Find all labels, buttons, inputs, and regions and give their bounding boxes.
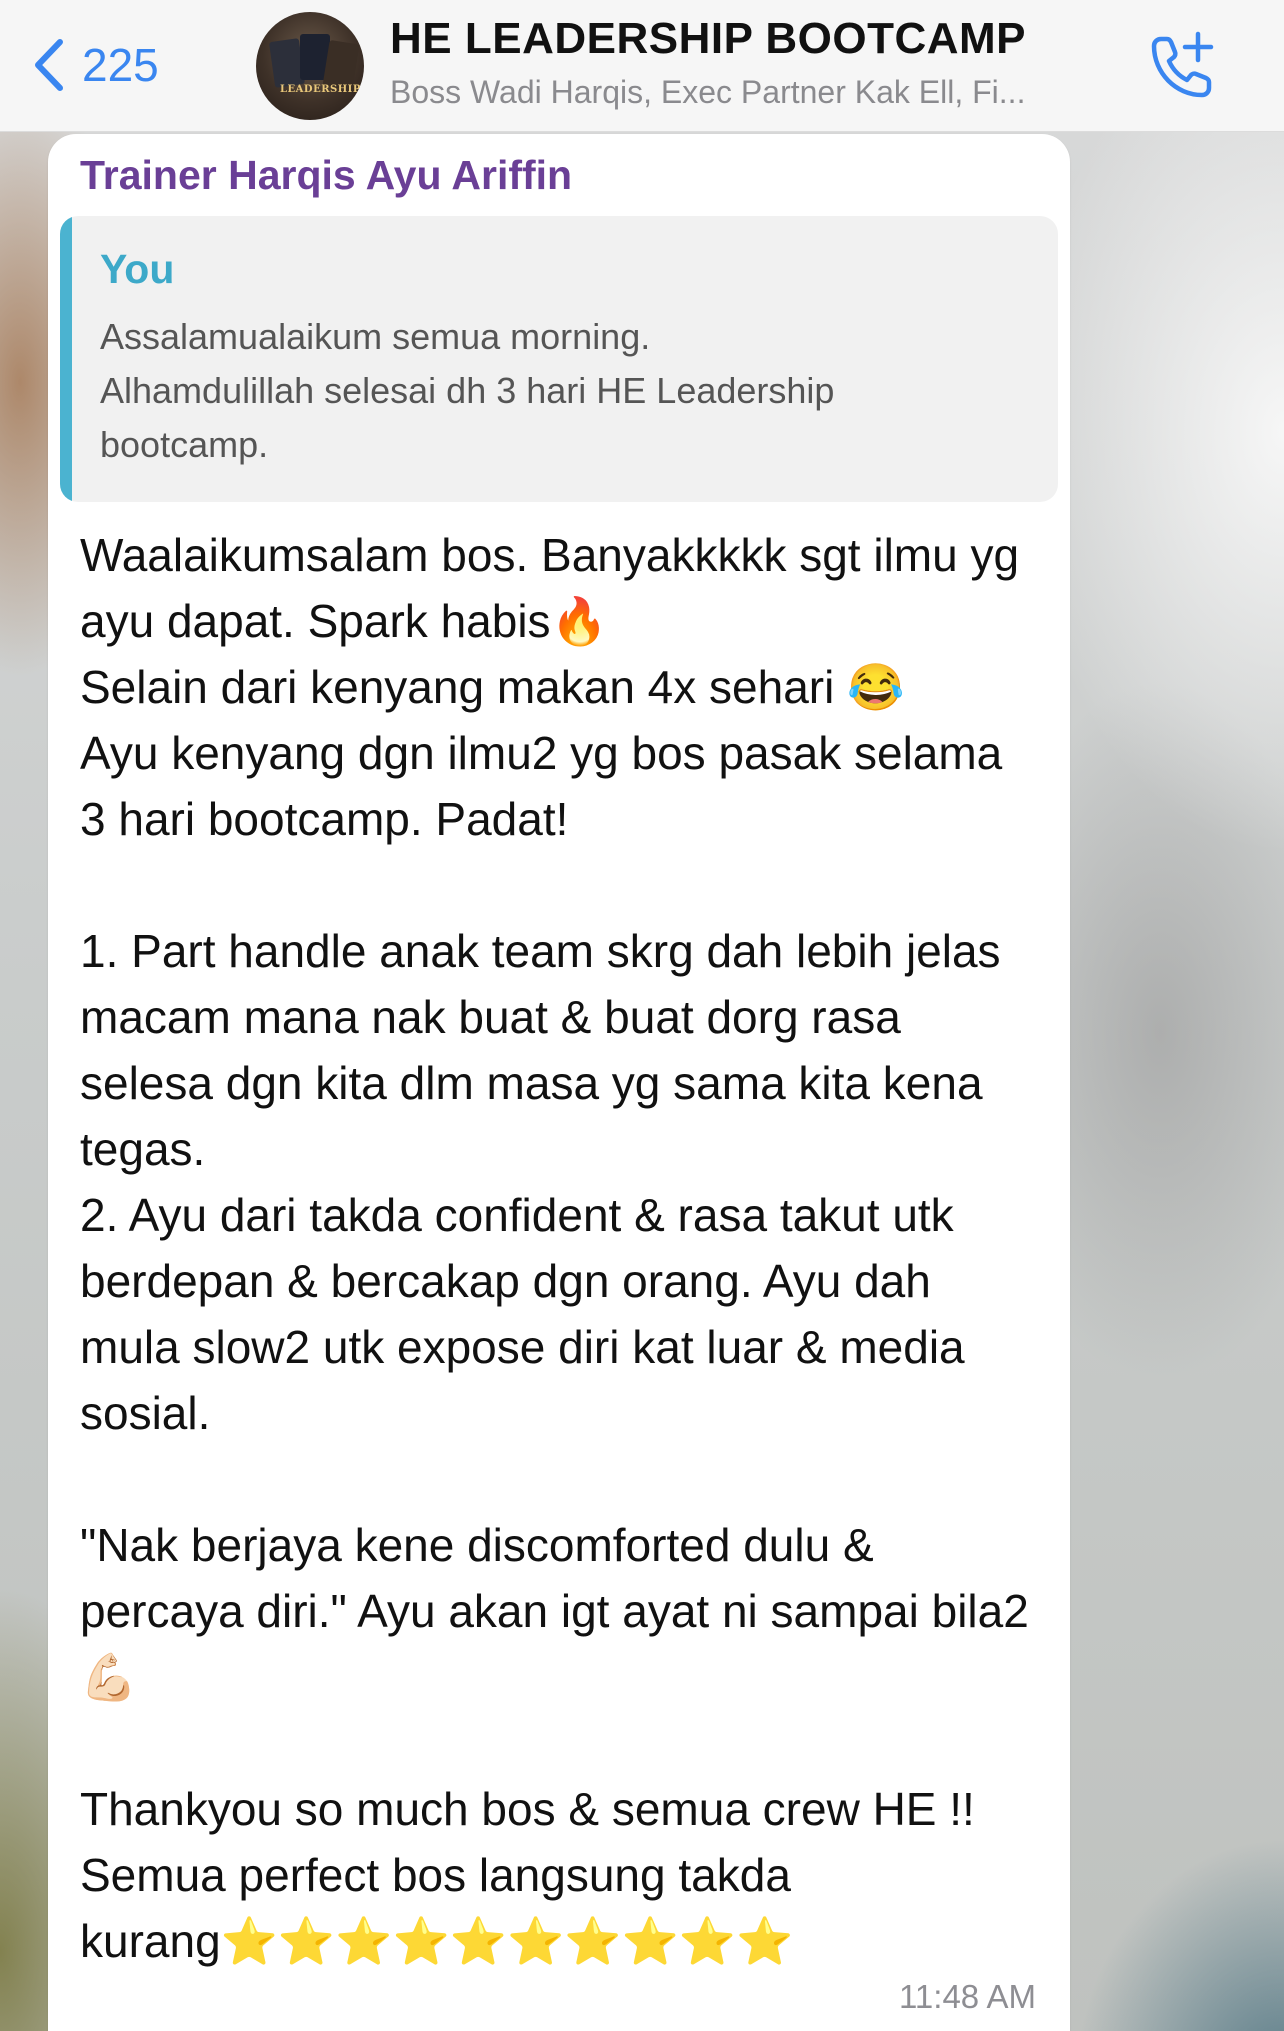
back-button[interactable]: 225	[32, 30, 159, 100]
add-call-icon	[1140, 31, 1220, 112]
quote-author: You	[100, 246, 175, 292]
sender-name[interactable]: Trainer Harqis Ayu Ariffin	[80, 152, 572, 199]
group-avatar[interactable]: LEADERSHIP	[256, 12, 364, 120]
message-timestamp: 11:48 AM	[899, 1978, 1036, 2015]
quote-text: Assalamualaikum semua morning. Alhamduli…	[100, 316, 835, 465]
unread-count: 225	[82, 39, 159, 91]
message-text: Waalaikumsalam bos. Banyakkkkk sgt ilmu …	[80, 529, 1029, 1967]
add-call-button[interactable]	[1140, 28, 1220, 108]
chevron-left-icon	[32, 38, 64, 92]
avatar-book	[322, 39, 360, 91]
group-members[interactable]: Boss Wadi Harqis, Exec Partner Kak Ell, …	[390, 74, 1130, 111]
message-bubble[interactable]: Trainer Harqis Ayu Ariffin You Assalamua…	[48, 134, 1070, 2031]
quote-accent-bar	[60, 216, 72, 502]
group-title[interactable]: HE LEADERSHIP BOOTCAMP	[390, 14, 1026, 64]
avatar-logo-text: LEADERSHIP	[280, 84, 361, 95]
chat-header: 225 LEADERSHIP HE LEADERSHIP BOOTCAMP Bo…	[0, 0, 1284, 132]
quoted-message[interactable]: You Assalamualaikum semua morning. Alham…	[60, 216, 1058, 502]
